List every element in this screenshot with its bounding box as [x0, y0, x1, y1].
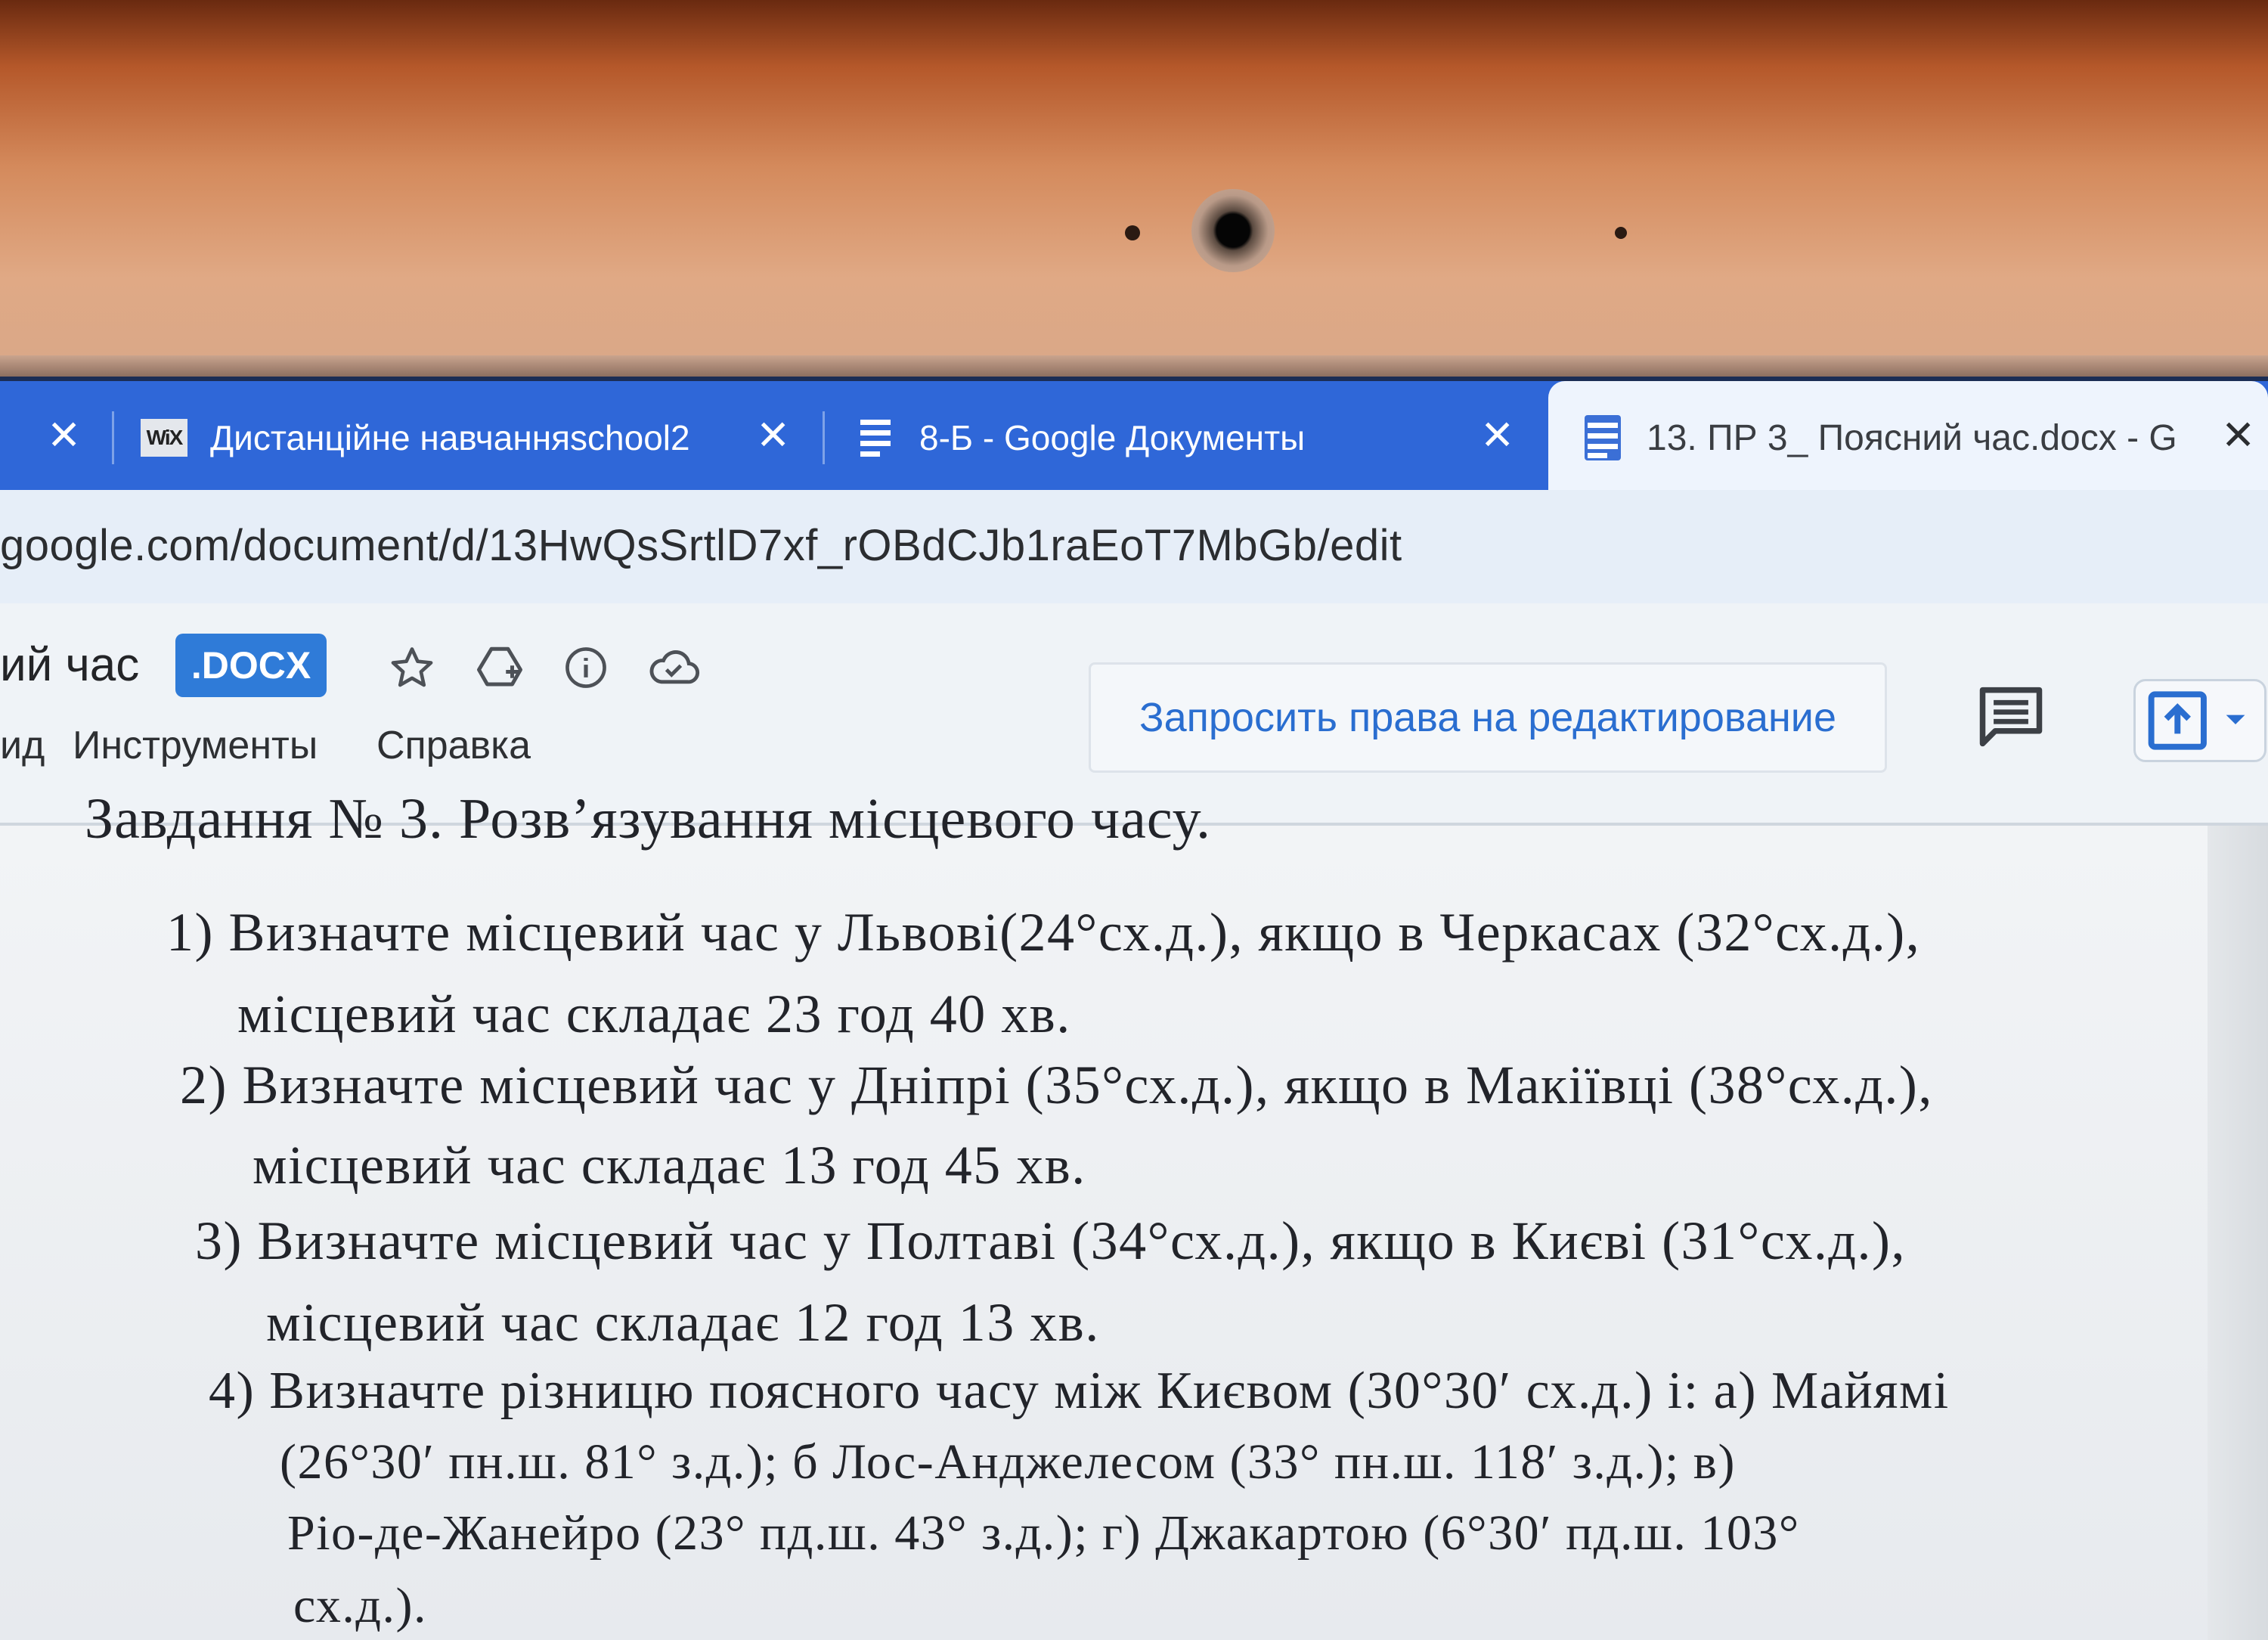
comment-history-icon[interactable]: [1973, 679, 2049, 755]
sensor-dot-right: [1615, 227, 1627, 239]
page-edge: [2208, 826, 2268, 1640]
info-icon[interactable]: [559, 641, 612, 694]
close-icon[interactable]: ✕: [47, 411, 81, 459]
task-2-line-2: місцевий час складає 13 год 45 хв.: [253, 1135, 1086, 1195]
docx-format-badge: .DOCX: [175, 634, 327, 697]
task-3-line-2: місцевий час складає 12 год 13 хв.: [266, 1292, 1100, 1353]
task-4-line-2: (26°30′ пн.ш. 81° з.д.); б Лос-Анджелесо…: [280, 1434, 1736, 1490]
webcam: [1191, 189, 1275, 272]
tab-label: 8-Б - Google Документы: [919, 418, 1306, 457]
tab-label: 13. ПР 3_ Поясний час.docx - G: [1647, 417, 2177, 458]
task-1-line-2: місцевий час складає 23 год 40 хв.: [237, 984, 1071, 1044]
menu-help[interactable]: Справка: [376, 723, 531, 768]
task-heading: Завдання № 3. Розв’язування місцевого ча…: [85, 787, 1211, 851]
task-1-line-1: 1) Визначте місцевий час у Львові(24°сх.…: [166, 902, 1921, 963]
task-4-line-4: сх.д.).: [293, 1578, 427, 1633]
star-icon[interactable]: [386, 641, 438, 694]
bezel-edge: [0, 355, 2268, 377]
wix-icon: WiX: [141, 419, 187, 457]
laptop-bezel: [0, 0, 2268, 370]
sensor-dot-left: [1125, 225, 1140, 240]
menu-view[interactable]: ид: [0, 723, 45, 768]
document-title[interactable]: ий час: [0, 638, 139, 692]
menu-tools[interactable]: Инструменты: [73, 723, 318, 768]
docs-icon: [1585, 415, 1621, 460]
tab-poyasniy-chas-docx[interactable]: 13. ПР 3_ Поясний час.docx - G ✕: [1548, 381, 2268, 494]
tab-8b-google-docs[interactable]: 8-Б - Google Документы ✕: [857, 381, 1538, 494]
request-edit-access-button[interactable]: Запросить права на редактирование: [1089, 662, 1887, 773]
tab-separator: [112, 411, 114, 464]
close-icon[interactable]: ✕: [756, 411, 790, 459]
move-to-drive-icon[interactable]: [473, 641, 526, 694]
tab-label: Дистанційне навчанняschool2: [210, 418, 690, 457]
browser-tab-strip: ✕ WiX Дистанційне навчанняschool2 ✕ 8-Б …: [0, 377, 2268, 494]
url-text[interactable]: google.com/document/d/13HwQsSrtlD7xf_rOB…: [0, 520, 1402, 571]
photo-of-laptop-screen: ✕ WiX Дистанційне навчанняschool2 ✕ 8-Б …: [0, 0, 2268, 1640]
tab-distance-learning[interactable]: WiX Дистанційне навчанняschool2 ✕: [141, 381, 806, 494]
present-button[interactable]: [2133, 679, 2266, 762]
close-icon[interactable]: ✕: [1480, 411, 1514, 459]
task-3-line-1: 3) Визначте місцевий час у Полтаві (34°с…: [195, 1211, 1906, 1271]
address-bar[interactable]: google.com/document/d/13HwQsSrtlD7xf_rOB…: [0, 490, 2268, 603]
cloud-saved-icon[interactable]: [647, 641, 700, 694]
docs-icon: [857, 415, 894, 460]
task-4-line-3: Ріо-де-Жанейро (23° пд.ш. 43° з.д.); г) …: [287, 1505, 1800, 1561]
tab-separator: [823, 411, 825, 464]
task-2-line-1: 2) Визначте місцевий час у Дніпрі (35°сх…: [180, 1055, 1933, 1115]
close-icon[interactable]: ✕: [2221, 411, 2255, 459]
task-4-line-1: 4) Визначте різницю поясного часу між Ки…: [209, 1362, 1950, 1420]
